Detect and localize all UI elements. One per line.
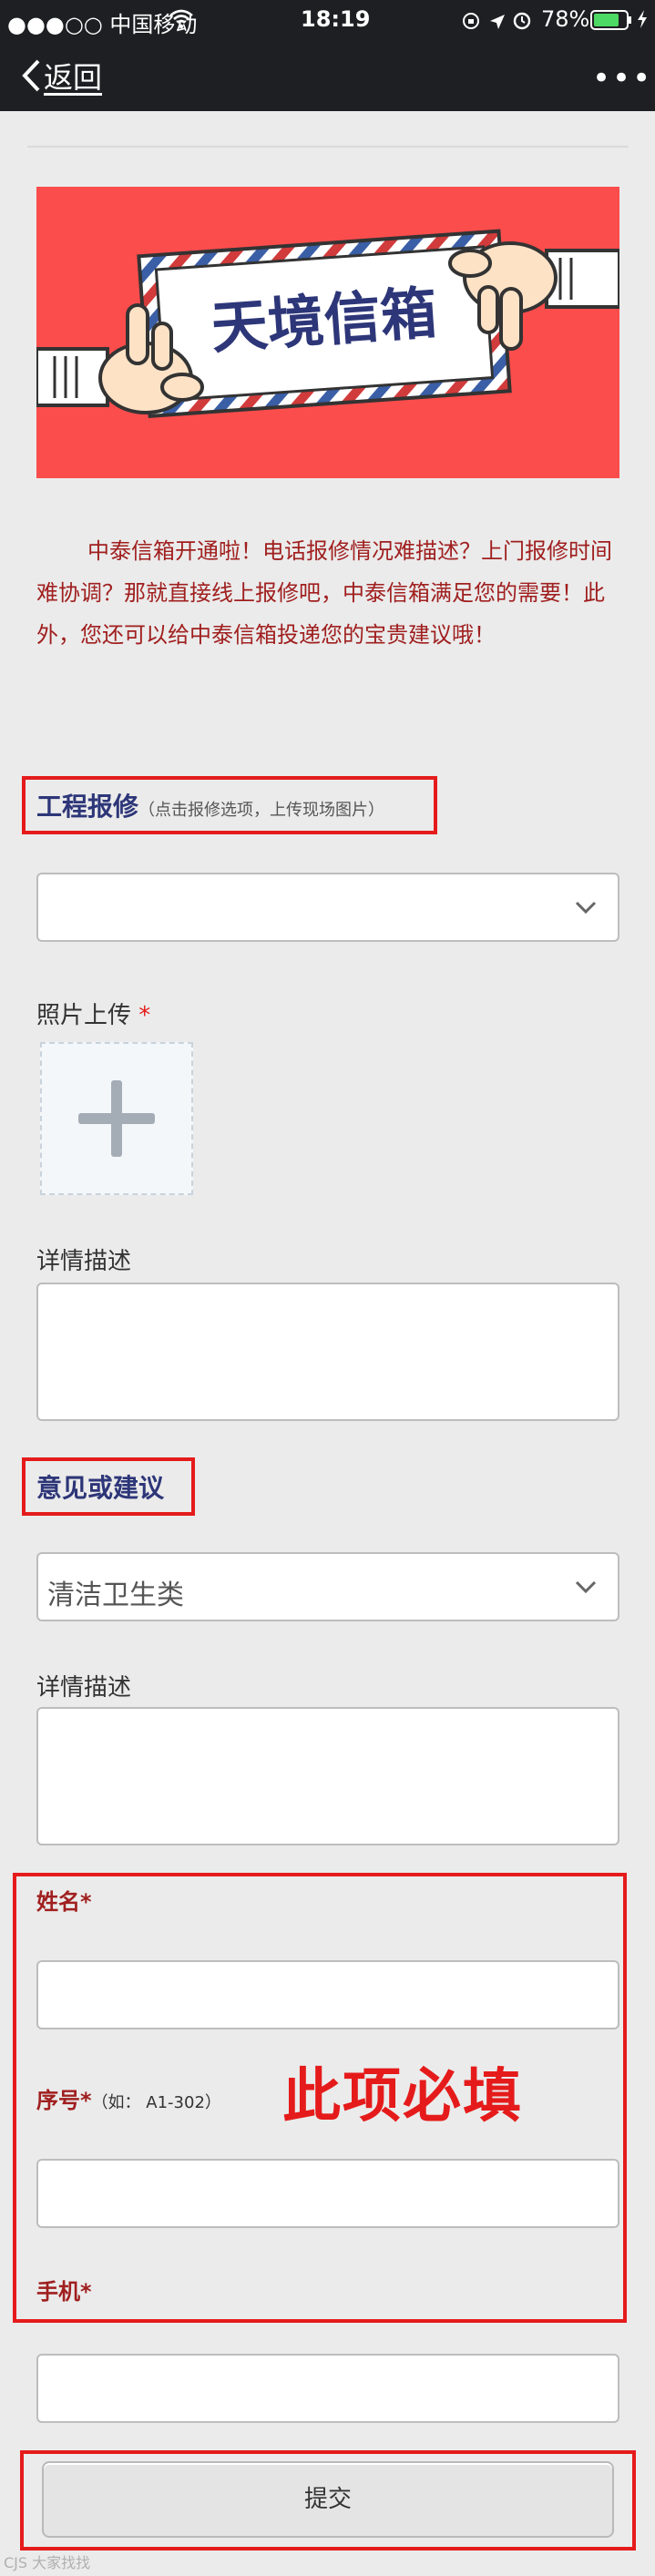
clock-text: 18:19 xyxy=(301,6,371,32)
chevron-down-icon xyxy=(574,1578,598,1596)
more-options-icon[interactable]: ••• xyxy=(592,60,652,97)
battery-icon xyxy=(590,10,634,36)
required-star: * xyxy=(138,1002,151,1029)
suggest-detail-label: 详情描述 xyxy=(36,1674,132,1702)
photo-upload-label: 照片上传 * xyxy=(36,997,150,1030)
status-bar: ●●●○○ 中国移动 18:19 78% xyxy=(0,0,655,40)
suggest-section-title: 意见或建议 xyxy=(36,1473,165,1503)
phone-label: 手机* xyxy=(36,2279,92,2305)
photo-upload-button[interactable] xyxy=(40,1042,193,1195)
nav-bar: 返回 ••• xyxy=(0,40,655,111)
submit-button[interactable]: 提交 xyxy=(42,2461,614,2538)
photo-label-text: 照片上传 xyxy=(36,1002,132,1029)
repair-section-title: 工程报修（点击报修选项，上传现场图片） xyxy=(36,787,384,823)
repair-title-text: 工程报修 xyxy=(36,792,139,822)
rotation-lock-icon xyxy=(461,11,481,36)
watermark-text: CJS 大家找找 xyxy=(4,2554,91,2571)
back-label: 返回 xyxy=(44,60,103,95)
name-input[interactable] xyxy=(36,1960,619,2029)
repair-hint: （点击报修选项，上传现场图片） xyxy=(138,801,385,820)
intro-text: 中泰信箱开通啦！电话报修情况难描述？上门报修时间难协调？那就直接线上报修吧，中泰… xyxy=(36,538,612,648)
repair-type-select[interactable] xyxy=(36,873,619,942)
back-button[interactable]: 返回 xyxy=(9,40,109,111)
required-note: 此项必填 xyxy=(282,2062,523,2131)
repair-detail-label: 详情描述 xyxy=(36,1248,132,1275)
location-icon xyxy=(488,11,507,36)
chevron-left-icon xyxy=(18,58,46,93)
seq-label: 序号*（如： A1-302） xyxy=(36,2082,221,2114)
suggest-select-value: 清洁卫生类 xyxy=(47,1579,184,1611)
phone-input[interactable] xyxy=(36,2354,619,2423)
battery-percent: 78% xyxy=(541,6,590,32)
repair-detail-textarea[interactable] xyxy=(36,1283,619,1421)
name-label: 姓名* xyxy=(36,1889,92,1915)
plus-icon xyxy=(77,1078,157,1162)
banner-image: 天境信箱 xyxy=(35,187,621,478)
charging-icon xyxy=(636,9,649,35)
chevron-down-icon xyxy=(574,898,598,916)
alarm-icon xyxy=(512,10,532,36)
seq-label-text: 序号* xyxy=(36,2088,92,2113)
suggest-detail-textarea[interactable] xyxy=(36,1707,619,1845)
seq-input[interactable] xyxy=(36,2159,619,2228)
wifi-icon xyxy=(169,9,193,35)
suggest-type-select[interactable]: 清洁卫生类 xyxy=(36,1552,619,1621)
divider xyxy=(27,146,629,148)
seq-hint: （如： A1-302） xyxy=(91,2093,221,2112)
